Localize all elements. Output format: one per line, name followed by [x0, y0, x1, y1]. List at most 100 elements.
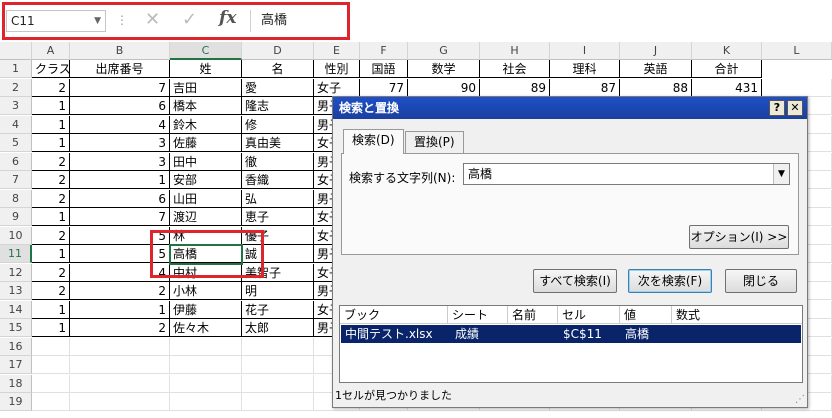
data-cell[interactable]: [70, 393, 170, 411]
row-header-11[interactable]: 11: [0, 245, 32, 263]
data-cell[interactable]: 小林: [170, 282, 242, 300]
header-cell[interactable]: 合計: [692, 60, 762, 78]
column-header-i[interactable]: I: [550, 42, 620, 60]
data-cell[interactable]: [32, 337, 70, 356]
data-cell[interactable]: 2: [70, 282, 170, 300]
data-cell[interactable]: 1: [70, 171, 170, 189]
data-cell[interactable]: 山田: [170, 189, 242, 208]
row-header-7[interactable]: 7: [0, 171, 32, 189]
header-cell[interactable]: クラス: [32, 60, 70, 78]
data-cell[interactable]: 3: [70, 152, 170, 171]
data-cell[interactable]: 渡辺: [170, 208, 242, 226]
data-cell[interactable]: [32, 374, 70, 393]
data-cell[interactable]: 2: [32, 189, 70, 208]
data-cell[interactable]: 鈴木: [170, 115, 242, 134]
column-header-b[interactable]: B: [70, 42, 170, 60]
header-cell[interactable]: 出席番号: [70, 60, 170, 78]
tab-find[interactable]: 検索(D): [343, 129, 404, 154]
data-cell[interactable]: [242, 393, 314, 411]
result-header-sheet[interactable]: シート: [448, 306, 508, 324]
row-header-18[interactable]: 18: [0, 374, 32, 393]
data-cell[interactable]: 5: [70, 226, 170, 245]
row-header-15[interactable]: 15: [0, 319, 32, 337]
data-cell[interactable]: [32, 356, 70, 374]
row-header-17[interactable]: 17: [0, 356, 32, 374]
find-all-button[interactable]: すべて検索(I): [533, 269, 617, 293]
data-cell[interactable]: 橋本: [170, 97, 242, 115]
data-cell[interactable]: 1: [32, 115, 70, 134]
data-cell[interactable]: 5: [70, 245, 170, 263]
column-header-e[interactable]: E: [314, 42, 360, 60]
data-cell[interactable]: 2: [32, 282, 70, 300]
column-header-j[interactable]: J: [620, 42, 692, 60]
row-header-19[interactable]: 19: [0, 393, 32, 411]
close-icon[interactable]: ✕: [787, 100, 803, 116]
row-header-13[interactable]: 13: [0, 282, 32, 300]
find-input[interactable]: 高橋 ▼: [463, 163, 790, 185]
header-cell[interactable]: 姓: [170, 60, 242, 78]
data-cell[interactable]: 中村: [170, 263, 242, 282]
row-header-6[interactable]: 6: [0, 152, 32, 171]
header-cell[interactable]: 理科: [550, 60, 620, 78]
data-cell[interactable]: [762, 78, 832, 97]
result-header-name[interactable]: 名前: [508, 306, 558, 324]
data-cell[interactable]: 90: [408, 78, 480, 97]
result-header-cell[interactable]: セル: [558, 306, 620, 324]
data-cell[interactable]: 77: [360, 78, 408, 97]
data-cell[interactable]: [242, 374, 314, 393]
row-header-12[interactable]: 12: [0, 263, 32, 282]
data-cell[interactable]: [70, 337, 170, 356]
close-button[interactable]: 閉じる: [725, 269, 797, 293]
data-cell[interactable]: 明: [242, 282, 314, 300]
row-header-14[interactable]: 14: [0, 300, 32, 319]
row-header-2[interactable]: 2: [0, 78, 32, 97]
resize-grip-icon[interactable]: ⋰: [795, 394, 805, 405]
data-cell[interactable]: 4: [70, 115, 170, 134]
data-cell[interactable]: 6: [70, 189, 170, 208]
column-header-a[interactable]: A: [32, 42, 70, 60]
data-cell[interactable]: 431: [692, 78, 762, 97]
column-header-k[interactable]: K: [692, 42, 762, 60]
row-header-16[interactable]: 16: [0, 337, 32, 356]
help-button[interactable]: ?: [769, 100, 785, 116]
data-cell[interactable]: 吉田: [170, 78, 242, 97]
column-header-f[interactable]: F: [360, 42, 408, 60]
data-cell[interactable]: 安部: [170, 171, 242, 189]
column-header-g[interactable]: G: [408, 42, 480, 60]
column-header-l[interactable]: L: [762, 42, 832, 60]
select-all-corner[interactable]: [0, 42, 32, 60]
data-cell[interactable]: 愛: [242, 78, 314, 97]
data-cell[interactable]: 花子: [242, 300, 314, 319]
data-cell[interactable]: 女子: [314, 78, 360, 97]
data-cell[interactable]: 伊藤: [170, 300, 242, 319]
data-cell[interactable]: 誠: [242, 245, 314, 263]
row-header-1[interactable]: 1: [0, 60, 32, 78]
header-cell[interactable]: 性別: [314, 60, 360, 78]
data-cell[interactable]: 恵子: [242, 208, 314, 226]
tab-replace[interactable]: 置換(P): [405, 131, 464, 153]
data-cell[interactable]: [170, 393, 242, 411]
data-cell[interactable]: [170, 337, 242, 356]
data-cell[interactable]: 89: [480, 78, 550, 97]
data-cell[interactable]: 2: [32, 78, 70, 97]
result-row[interactable]: 中間テスト.xlsx 成績 $C$11 高橋: [341, 325, 801, 343]
data-cell[interactable]: 3: [70, 134, 170, 152]
chevron-down-icon[interactable]: ▼: [773, 164, 789, 184]
data-cell[interactable]: 1: [32, 300, 70, 319]
data-cell[interactable]: 88: [620, 78, 692, 97]
data-cell[interactable]: [170, 356, 242, 374]
data-cell[interactable]: 2: [32, 226, 70, 245]
header-cell[interactable]: 数学: [408, 60, 480, 78]
result-header-value[interactable]: 値: [620, 306, 672, 324]
column-header-c[interactable]: C: [170, 42, 242, 60]
data-cell[interactable]: 田中: [170, 152, 242, 171]
data-cell[interactable]: 佐藤: [170, 134, 242, 152]
data-cell[interactable]: [70, 374, 170, 393]
data-cell[interactable]: 4: [70, 263, 170, 282]
data-cell[interactable]: 1: [32, 208, 70, 226]
data-cell[interactable]: 弘: [242, 189, 314, 208]
row-header-5[interactable]: 5: [0, 134, 32, 152]
data-cell[interactable]: 1: [32, 134, 70, 152]
data-cell[interactable]: 1: [32, 319, 70, 337]
header-cell[interactable]: 名: [242, 60, 314, 78]
